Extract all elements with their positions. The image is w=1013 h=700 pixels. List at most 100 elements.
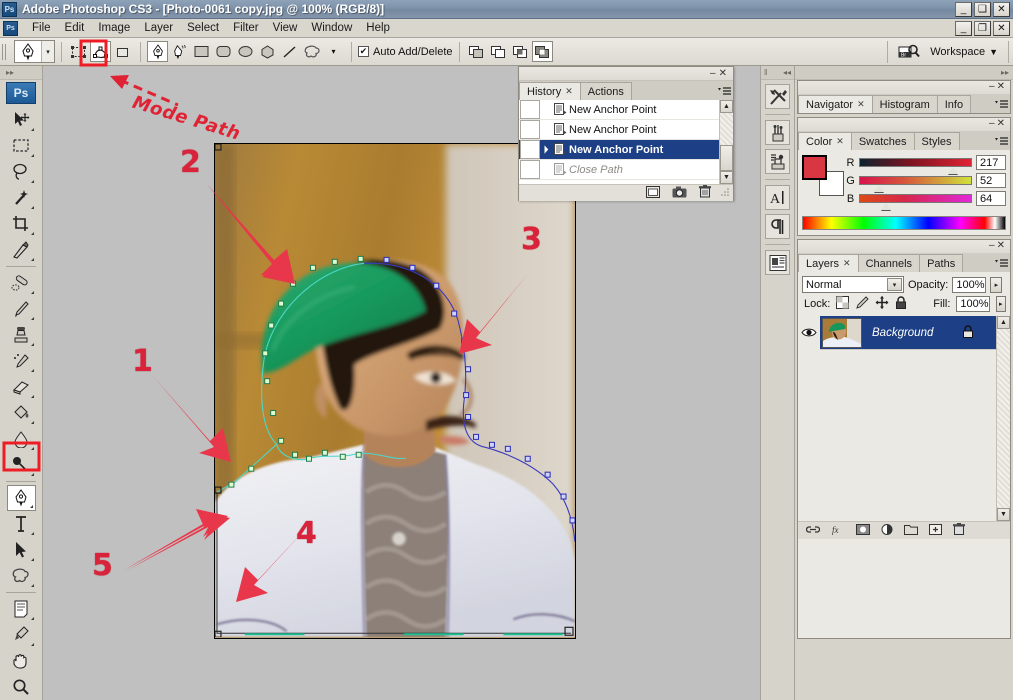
color-minimize-icon[interactable]: – [989,118,997,129]
tool-blur[interactable] [7,426,36,452]
history-panel-menu-icon[interactable] [717,85,731,98]
tool-brush[interactable] [7,296,36,322]
tab-styles[interactable]: Styles [913,132,960,150]
close-button[interactable]: ✕ [993,2,1010,17]
color-close-icon[interactable]: ✕ [997,118,1007,129]
line-tool-button[interactable] [279,41,300,62]
minimize-button[interactable]: _ [955,2,972,17]
tool-history-brush[interactable] [7,348,36,374]
color-slider-track-g[interactable] [859,176,972,192]
tool-pen[interactable] [6,485,36,511]
layer-visibility-eye-icon[interactable] [798,315,820,350]
layers-close-icon[interactable]: ✕ [997,240,1007,251]
color-slider-track-r[interactable] [859,158,972,174]
right-dock-collapse-icon[interactable]: ◂◂ [1001,68,1009,77]
history-close-icon[interactable]: ✕ [719,68,730,79]
new-layer-button[interactable] [929,523,942,538]
layer-comps-button[interactable] [765,250,790,275]
paths-mode-button[interactable] [90,41,111,62]
menu-file[interactable]: File [25,20,58,36]
tab-color-close-icon[interactable]: ✕ [836,136,844,147]
auto-add-delete-check-icon[interactable]: ✔ [358,46,369,57]
history-list[interactable]: New Anchor Point New Anchor Point New An… [519,100,719,184]
layers-window-buttons[interactable]: –✕ [989,240,1007,251]
toolbox-collapse-icon[interactable]: ▸▸ [0,66,42,80]
layers-panel[interactable]: –✕ Layers ✕ Channels Paths Normal ▾ Opac… [797,239,1011,639]
color-window-buttons[interactable]: –✕ [989,118,1007,129]
history-snapshot-checkbox[interactable] [520,120,540,139]
history-scroll-down-button[interactable]: ▼ [720,171,733,184]
history-snapshot-checkbox[interactable] [520,100,540,119]
history-scroll-thumb[interactable] [720,145,733,171]
auto-add-delete-checkbox[interactable]: ✔ Auto Add/Delete [358,46,453,58]
fill-stepper-icon[interactable]: ▸ [995,296,1006,312]
menu-layer[interactable]: Layer [137,20,180,36]
tab-actions[interactable]: Actions [579,82,632,100]
workspace-chevron-down-icon[interactable]: ▼ [989,47,998,57]
color-spectrum-ramp[interactable] [802,216,1006,230]
tab-color[interactable]: Color ✕ [798,132,852,150]
color-panel-swatches[interactable] [802,155,844,196]
tool-eyedropper[interactable] [7,622,36,648]
tool-eraser[interactable] [7,374,36,400]
create-new-snapshot-button[interactable] [672,186,687,201]
lock-image-pixels-button[interactable] [855,296,870,312]
tab-layers-close-icon[interactable]: ✕ [843,258,851,269]
document-minimize-button[interactable]: _ [955,21,972,36]
layer-row-background[interactable]: Background [798,315,996,350]
history-scroll-up-button[interactable]: ▲ [720,100,733,113]
navigator-window-buttons[interactable]: –✕ [989,81,1007,92]
add-to-path-area-button[interactable] [466,41,487,62]
tool-notes[interactable] [7,596,36,622]
menu-help[interactable]: Help [359,20,397,36]
tool-magic-wand[interactable] [7,185,36,211]
delete-state-button[interactable] [699,185,711,201]
tab-histogram[interactable]: Histogram [871,95,938,113]
tool-path-selection[interactable] [7,537,36,563]
pen-tool-button[interactable] [147,41,168,62]
navigator-panel-menu-icon[interactable] [994,98,1008,111]
ellipse-tool-button[interactable] [235,41,256,62]
menu-edit[interactable]: Edit [58,20,92,36]
tool-presets-button[interactable] [765,84,790,109]
history-scrollbar[interactable]: ▲ ▼ [719,100,733,184]
adjustment-layer-button[interactable] [881,523,893,538]
history-item[interactable]: New Anchor Point [519,120,719,140]
layers-scroll-up-button[interactable]: ▲ [997,316,1010,329]
navigator-panel[interactable]: –✕ Navigator ✕ Histogram Info [797,80,1011,114]
tool-preset-arrow-icon[interactable]: ▾ [41,41,54,62]
blend-mode-select[interactable]: Normal ▾ [802,276,904,293]
rectangle-tool-button[interactable] [191,41,212,62]
document-close-button[interactable]: ✕ [993,21,1010,36]
tool-lasso[interactable] [7,159,36,185]
layers-scroll-down-button[interactable]: ▼ [997,508,1010,521]
tool-slice[interactable] [7,237,36,263]
tool-clone-stamp[interactable] [7,322,36,348]
tab-paths[interactable]: Paths [919,254,964,272]
tool-zoom[interactable] [7,674,36,700]
history-scroll-track[interactable] [720,113,733,145]
tab-layers[interactable]: Layers ✕ [798,254,859,272]
layers-scrollbar[interactable]: ▲ ▼ [996,316,1010,521]
shape-layers-mode-button[interactable] [68,41,89,62]
tool-rectangular-marquee[interactable] [7,133,36,159]
history-resize-grip-icon[interactable] [721,187,730,199]
blend-mode-chevron-down-icon[interactable]: ▾ [887,278,902,291]
menu-image[interactable]: Image [91,20,137,36]
intersect-path-areas-button[interactable] [510,41,531,62]
tab-history-close-icon[interactable]: ✕ [565,86,573,97]
rounded-rectangle-tool-button[interactable] [213,41,234,62]
document-canvas[interactable] [214,143,576,639]
layer-style-button[interactable]: fx [831,524,845,538]
history-item[interactable]: New Anchor Point [519,100,719,120]
color-slider-track-b[interactable] [859,194,972,210]
fill-input[interactable]: 100% [956,296,990,312]
opacity-stepper-icon[interactable]: ▸ [990,276,1003,293]
workspace-button-label[interactable]: Workspace [930,46,985,58]
color-foreground-swatch[interactable] [802,155,827,180]
tool-move[interactable] [7,107,36,133]
custom-shape-tool-button[interactable] [301,41,322,62]
fill-pixels-mode-button[interactable] [112,41,133,62]
paragraph-button[interactable] [765,214,790,239]
history-snapshot-checkbox[interactable] [520,140,540,159]
